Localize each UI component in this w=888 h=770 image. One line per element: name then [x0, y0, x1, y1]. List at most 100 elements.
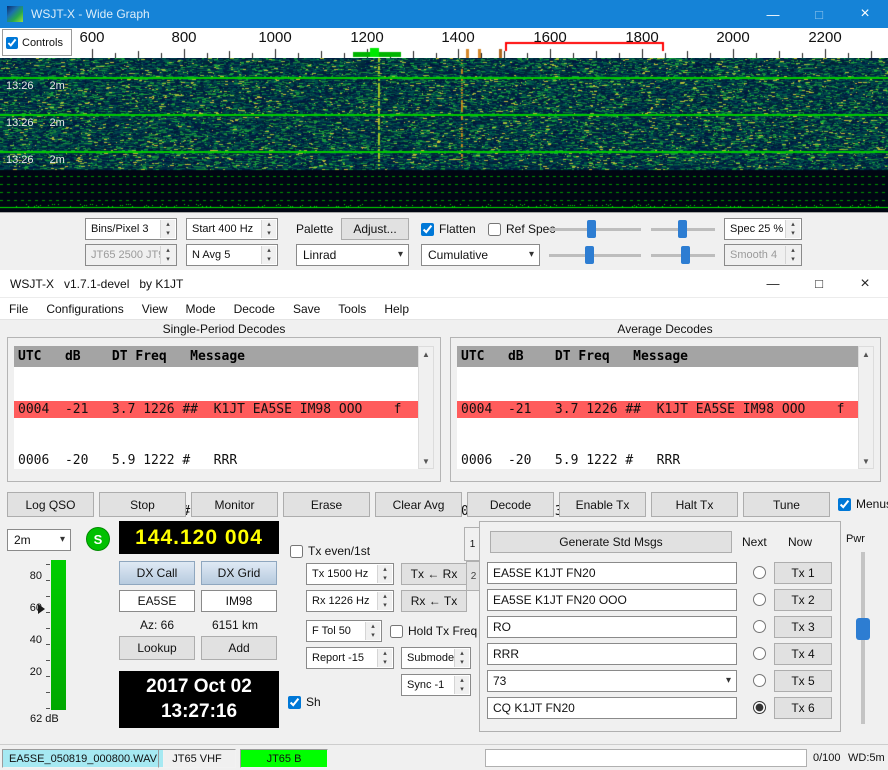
spin-up-icon[interactable]: ▴: [455, 676, 469, 685]
spin-down-icon[interactable]: ▾: [378, 658, 392, 667]
tx4-message-field[interactable]: RRR: [487, 643, 737, 665]
spin-down-icon[interactable]: ▾: [786, 229, 800, 238]
decode-row[interactable]: 0004 -21 3.7 1226 ## K1JT EA5SE IM98 OOO…: [14, 401, 418, 418]
tx2-next-radio[interactable]: [753, 593, 766, 606]
sh-checkbox[interactable]: Sh: [288, 695, 321, 709]
tab-1[interactable]: 1: [464, 527, 480, 561]
controls-checkbox[interactable]: Controls: [2, 29, 72, 56]
menus-checkbox-input[interactable]: [838, 498, 851, 511]
hold-tx-freq-checkbox[interactable]: Hold Tx Freq: [390, 624, 477, 638]
lookup-button[interactable]: Lookup: [119, 636, 195, 660]
frequency-scale[interactable]: Controls 600 800 1000 1200 1400 1600 180…: [0, 28, 888, 58]
waterfall-canvas[interactable]: [0, 58, 888, 212]
tx3-now-button[interactable]: Tx 3: [774, 616, 832, 638]
tx2-now-button[interactable]: Tx 2: [774, 589, 832, 611]
spin-down-icon[interactable]: ▾: [262, 255, 276, 264]
flatten-checkbox-input[interactable]: [421, 223, 434, 236]
stop-button[interactable]: Stop: [99, 492, 186, 517]
tx5-next-radio[interactable]: [753, 674, 766, 687]
slider-handle[interactable]: [678, 220, 687, 238]
hold-tx-freq-checkbox-input[interactable]: [390, 625, 403, 638]
bins-pixel-spinbox[interactable]: Bins/Pixel 3 ▴▾: [85, 218, 177, 240]
tx-even-checkbox[interactable]: Tx even/1st: [290, 544, 370, 558]
clear-avg-button[interactable]: Clear Avg: [375, 492, 462, 517]
halt-tx-button[interactable]: Halt Tx: [651, 492, 738, 517]
close-icon[interactable]: ×: [842, 0, 888, 28]
spin-up-icon[interactable]: ▴: [378, 592, 392, 601]
decode-row[interactable]: 0004 -21 3.7 1226 ## K1JT EA5SE IM98 OOO…: [457, 401, 858, 418]
f-tol-spinbox[interactable]: F Tol 50 ▴▾: [306, 620, 382, 642]
tx3-message-field[interactable]: RO: [487, 616, 737, 638]
scroll-up-icon[interactable]: ▲: [419, 347, 433, 361]
spin-down-icon[interactable]: ▾: [378, 601, 392, 610]
decode-button[interactable]: Decode: [467, 492, 554, 517]
dx-grid-button[interactable]: DX Grid: [201, 561, 277, 585]
decode-row[interactable]: 0006 -20 5.9 1222 # RRR: [14, 452, 418, 469]
monitor-button[interactable]: Monitor: [191, 492, 278, 517]
dx-call-button[interactable]: DX Call: [119, 561, 195, 585]
slider-handle[interactable]: [587, 220, 596, 238]
decode-row[interactable]: 0006 -20 5.9 1222 # RRR: [457, 452, 858, 469]
tx4-next-radio[interactable]: [753, 647, 766, 660]
band-combobox[interactable]: 2m ▾: [7, 529, 71, 551]
rx-freq-spinbox[interactable]: Rx 1226 Hz ▴▾: [306, 590, 394, 612]
enable-tx-button[interactable]: Enable Tx: [559, 492, 646, 517]
menus-checkbox[interactable]: Menus: [838, 497, 888, 511]
tx5-message-combobox[interactable]: 73 ▾: [487, 670, 737, 692]
scrollbar[interactable]: ▲ ▼: [418, 346, 434, 469]
wide-graph-titlebar[interactable]: WSJT-X - Wide Graph — □ ×: [0, 0, 888, 28]
spec-percent-spinbox[interactable]: Spec 25 % ▴▾: [724, 218, 802, 240]
rx-from-tx-button[interactable]: Rx ← Tx: [401, 590, 467, 612]
dx-call-field[interactable]: EA5SE: [119, 590, 195, 612]
spin-up-icon[interactable]: ▴: [161, 220, 175, 229]
ref-spec-checkbox-input[interactable]: [488, 223, 501, 236]
scroll-down-icon[interactable]: ▼: [859, 454, 873, 468]
minimize-icon[interactable]: —: [750, 0, 796, 28]
spin-down-icon[interactable]: ▾: [378, 574, 392, 583]
ref-spec-checkbox[interactable]: Ref Spec: [488, 222, 555, 236]
spin-up-icon[interactable]: ▴: [378, 649, 392, 658]
add-button[interactable]: Add: [201, 636, 277, 660]
maximize-icon[interactable]: □: [796, 0, 842, 28]
slider-handle[interactable]: [681, 246, 690, 264]
spin-down-icon[interactable]: ▾: [455, 658, 469, 667]
spin-up-icon[interactable]: ▴: [262, 220, 276, 229]
log-qso-button[interactable]: Log QSO: [7, 492, 94, 517]
spin-down-icon[interactable]: ▾: [161, 229, 175, 238]
start-freq-spinbox[interactable]: Start 400 Hz ▴▾: [186, 218, 278, 240]
spin-up-icon[interactable]: ▴: [455, 649, 469, 658]
menu-configurations[interactable]: Configurations: [37, 298, 132, 319]
spin-down-icon[interactable]: ▾: [366, 631, 380, 640]
submode-spinbox[interactable]: Submode B ▴▾: [401, 647, 471, 669]
menu-file[interactable]: File: [0, 298, 37, 319]
scroll-down-icon[interactable]: ▼: [419, 454, 433, 468]
scrollbar[interactable]: ▲ ▼: [858, 346, 874, 469]
spin-up-icon[interactable]: ▴: [378, 565, 392, 574]
tx-even-checkbox-input[interactable]: [290, 545, 303, 558]
sync-spinbox[interactable]: Sync -1 ▴▾: [401, 674, 471, 696]
tx4-now-button[interactable]: Tx 4: [774, 643, 832, 665]
tx1-now-button[interactable]: Tx 1: [774, 562, 832, 584]
menu-decode[interactable]: Decode: [225, 298, 284, 319]
sh-checkbox-input[interactable]: [288, 696, 301, 709]
tune-button[interactable]: Tune: [743, 492, 830, 517]
maximize-icon[interactable]: □: [796, 270, 842, 297]
spin-down-icon[interactable]: ▾: [262, 229, 276, 238]
display-mode-combobox[interactable]: Cumulative ▾: [421, 244, 540, 266]
spin-down-icon[interactable]: ▾: [455, 685, 469, 694]
scroll-up-icon[interactable]: ▲: [859, 347, 873, 361]
flatten-checkbox[interactable]: Flatten: [421, 222, 476, 236]
average-decode-list[interactable]: 0004 -21 3.7 1226 ## K1JT EA5SE IM98 OOO…: [457, 367, 858, 469]
generate-std-msgs-button[interactable]: Generate Std Msgs: [490, 531, 732, 553]
tx2-message-field[interactable]: EA5SE K1JT FN20 OOO: [487, 589, 737, 611]
zero-slider[interactable]: [651, 220, 715, 238]
minimize-icon[interactable]: —: [750, 270, 796, 297]
tx-freq-spinbox[interactable]: Tx 1500 Hz ▴▾: [306, 563, 394, 585]
tx3-next-radio[interactable]: [753, 620, 766, 633]
tx5-now-button[interactable]: Tx 5: [774, 670, 832, 692]
main-titlebar[interactable]: WSJT-X v1.7.1-devel by K1JT — □ ×: [0, 270, 888, 298]
tx1-next-radio[interactable]: [753, 566, 766, 579]
tx6-next-radio[interactable]: [753, 701, 766, 714]
menu-save[interactable]: Save: [284, 298, 329, 319]
menu-view[interactable]: View: [133, 298, 177, 319]
